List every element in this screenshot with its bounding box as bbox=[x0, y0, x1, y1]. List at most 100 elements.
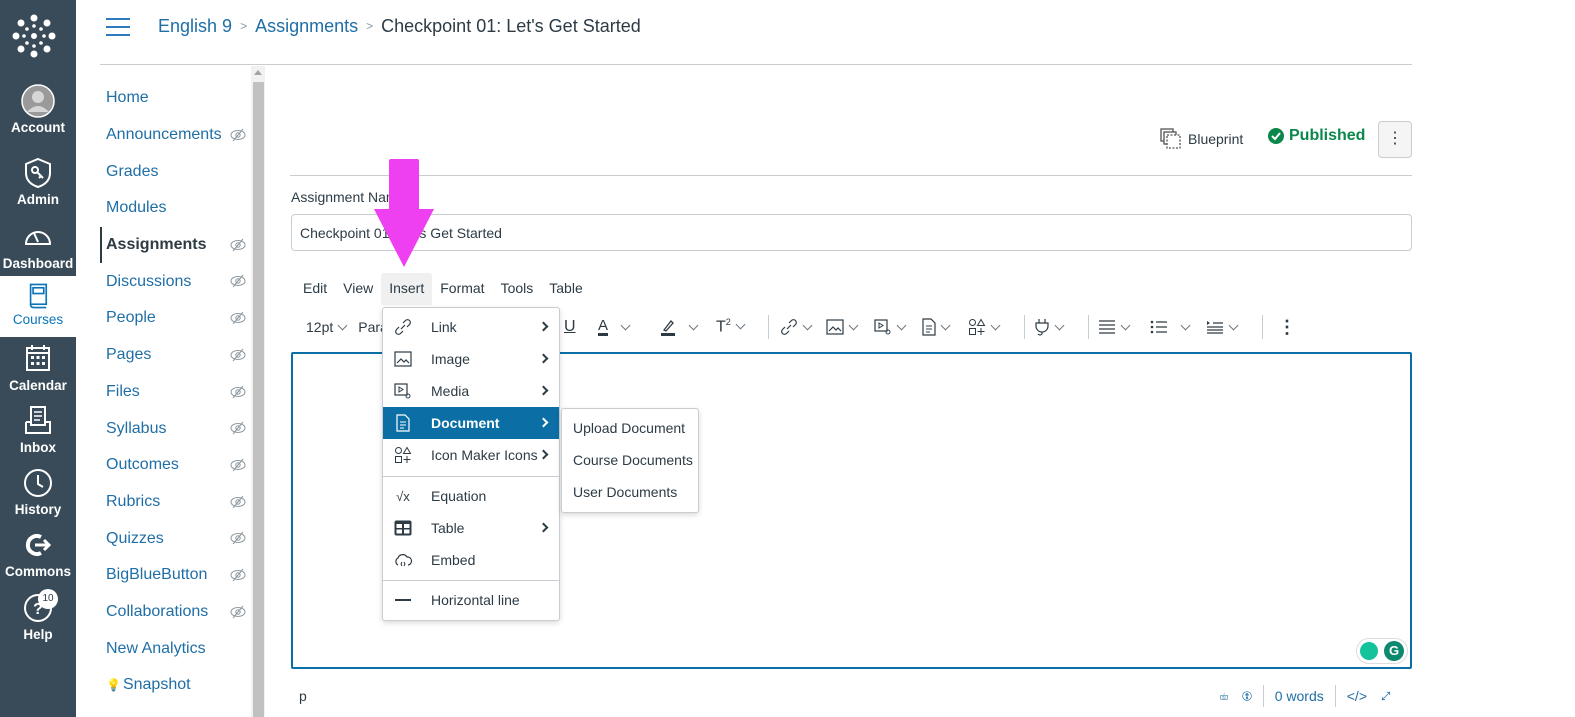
image-button[interactable] bbox=[820, 319, 863, 335]
align-button[interactable] bbox=[1092, 320, 1135, 334]
menu-view[interactable]: View bbox=[335, 273, 381, 305]
canvas-logo-icon[interactable] bbox=[10, 12, 58, 60]
upload-document-item[interactable]: Upload Document bbox=[562, 412, 698, 444]
course-nav-item-quizzes[interactable]: Quizzes bbox=[100, 520, 250, 557]
grammarly-widget[interactable]: G bbox=[1356, 638, 1408, 664]
course-nav-scrollbar[interactable] bbox=[251, 66, 265, 717]
course-nav-label: Pages bbox=[106, 346, 152, 364]
insert-menu-embed[interactable]: Embed bbox=[383, 544, 559, 576]
breadcrumb-assignments[interactable]: Assignments bbox=[255, 16, 358, 36]
course-nav-item-modules[interactable]: Modules bbox=[100, 190, 250, 227]
element-path[interactable]: p bbox=[299, 688, 307, 704]
statusbar-divider bbox=[1334, 685, 1336, 707]
insert-menu-horizontal-line[interactable]: Horizontal line bbox=[383, 584, 559, 616]
gnav-account[interactable]: Account bbox=[0, 84, 76, 135]
more-options-button[interactable]: ⋮ bbox=[1378, 121, 1412, 158]
course-nav-label: Modules bbox=[106, 199, 167, 217]
more-tools-button[interactable]: ⋮ bbox=[1272, 317, 1302, 338]
underline-button[interactable]: U bbox=[558, 318, 582, 336]
fullscreen-icon[interactable] bbox=[1374, 684, 1398, 708]
courses-book-icon bbox=[29, 283, 48, 309]
keyboard-shortcuts-icon[interactable] bbox=[1213, 686, 1235, 706]
accessibility-checker-icon[interactable] bbox=[1235, 684, 1259, 708]
highlight-color-button[interactable] bbox=[654, 318, 703, 336]
word-count[interactable]: 0 words bbox=[1268, 688, 1331, 704]
course-menu-toggle[interactable] bbox=[106, 18, 130, 38]
course-nav-item-people[interactable]: People bbox=[100, 300, 250, 337]
course-nav-item-announcements[interactable]: Announcements bbox=[100, 117, 250, 154]
menu-edit[interactable]: Edit bbox=[295, 273, 335, 305]
user-documents-item[interactable]: User Documents bbox=[562, 476, 698, 508]
breadcrumb-course[interactable]: English 9 bbox=[158, 16, 232, 36]
html-editor-toggle[interactable]: </> bbox=[1340, 688, 1374, 704]
insert-menu-document[interactable]: Document bbox=[383, 407, 559, 439]
text-color-button[interactable]: A bbox=[592, 318, 635, 336]
course-nav-item-discussions[interactable]: Discussions bbox=[100, 263, 250, 300]
course-nav-item-collaborations[interactable]: Collaborations bbox=[100, 594, 250, 631]
font-size-select[interactable]: 12pt bbox=[300, 319, 352, 335]
course-nav-item-bigbluebutton[interactable]: BigBlueButton bbox=[100, 557, 250, 594]
gnav-admin[interactable]: Admin bbox=[0, 156, 76, 207]
media-button[interactable] bbox=[868, 319, 911, 335]
published-label: Published bbox=[1289, 127, 1366, 144]
gnav-dashboard[interactable]: Dashboard bbox=[0, 220, 76, 271]
course-nav-item-snapshot[interactable]: 💡 Snapshot bbox=[100, 667, 250, 704]
course-documents-item[interactable]: Course Documents bbox=[562, 444, 698, 476]
course-nav-item-syllabus[interactable]: Syllabus bbox=[100, 410, 250, 447]
menu-format[interactable]: Format bbox=[432, 273, 492, 305]
image-icon bbox=[394, 351, 412, 367]
menu-table[interactable]: Table bbox=[541, 273, 590, 305]
document-button[interactable] bbox=[916, 318, 955, 336]
insert-menu-table[interactable]: Table bbox=[383, 512, 559, 544]
icon-maker-button[interactable] bbox=[962, 318, 1005, 336]
insert-menu-equation[interactable]: √x Equation bbox=[383, 480, 559, 512]
hidden-eye-icon bbox=[230, 605, 246, 618]
course-nav-item-new-analytics[interactable]: New Analytics bbox=[100, 630, 250, 667]
menu-insert[interactable]: Insert bbox=[381, 273, 433, 305]
assignment-name-input[interactable] bbox=[291, 214, 1412, 251]
grammarly-icon[interactable]: G bbox=[1384, 641, 1404, 661]
gnav-help[interactable]: ? 10 Help bbox=[0, 589, 76, 642]
gnav-history[interactable]: History bbox=[0, 466, 76, 517]
list-button[interactable] bbox=[1144, 320, 1195, 334]
apps-plug-button[interactable] bbox=[1028, 318, 1069, 336]
statusbar-divider bbox=[1262, 685, 1264, 707]
hidden-eye-icon bbox=[230, 458, 246, 472]
chevron-right-icon bbox=[538, 449, 549, 460]
underline-icon: U bbox=[564, 318, 576, 335]
commons-icon bbox=[25, 534, 52, 556]
course-nav-item-assignments[interactable]: Assignments bbox=[100, 226, 250, 264]
page-header: English 9 > Assignments > Checkpoint 01: Let… bbox=[100, 0, 1412, 65]
insert-menu-image[interactable]: Image bbox=[383, 343, 559, 375]
indent-button[interactable] bbox=[1200, 320, 1243, 334]
published-status[interactable]: Published bbox=[1268, 127, 1365, 145]
resize-handle-icon[interactable] bbox=[1398, 686, 1412, 706]
link-button[interactable] bbox=[774, 318, 817, 336]
hamburger-icon bbox=[106, 18, 130, 20]
gnav-inbox[interactable]: Inbox bbox=[0, 404, 76, 455]
course-nav-label: Collaborations bbox=[106, 602, 209, 620]
superscript-button[interactable]: T2 bbox=[710, 317, 750, 336]
scrollbar-thumb[interactable] bbox=[253, 82, 264, 717]
hidden-eye-icon bbox=[230, 531, 246, 545]
gnav-commons[interactable]: Commons bbox=[0, 528, 76, 579]
insert-menu-media[interactable]: Media bbox=[383, 375, 559, 407]
global-nav: Account Admin Dashboard Courses Calendar… bbox=[0, 0, 76, 717]
align-left-icon bbox=[1099, 320, 1115, 334]
course-nav-item-home[interactable]: Home bbox=[100, 80, 250, 117]
course-nav-item-grades[interactable]: Grades bbox=[100, 153, 250, 190]
course-nav-label: Quizzes bbox=[106, 529, 164, 547]
grammarly-lightbulb-icon[interactable] bbox=[1360, 642, 1378, 660]
hidden-eye-icon bbox=[230, 495, 246, 508]
course-nav-item-pages[interactable]: Pages bbox=[100, 337, 250, 374]
course-nav-item-rubrics[interactable]: Rubrics bbox=[100, 484, 250, 521]
gnav-calendar[interactable]: Calendar bbox=[0, 342, 76, 393]
insert-menu-link[interactable]: Link bbox=[383, 311, 559, 343]
course-nav-item-files[interactable]: Files bbox=[100, 374, 250, 411]
menu-tools[interactable]: Tools bbox=[493, 273, 542, 305]
course-nav-item-outcomes[interactable]: Outcomes bbox=[100, 447, 250, 484]
insert-menu-icon-maker[interactable]: Icon Maker Icons bbox=[383, 439, 559, 471]
blueprint-button[interactable]: Blueprint bbox=[1160, 128, 1243, 150]
gnav-courses[interactable]: Courses bbox=[0, 276, 76, 337]
scroll-up-icon[interactable] bbox=[254, 70, 262, 75]
